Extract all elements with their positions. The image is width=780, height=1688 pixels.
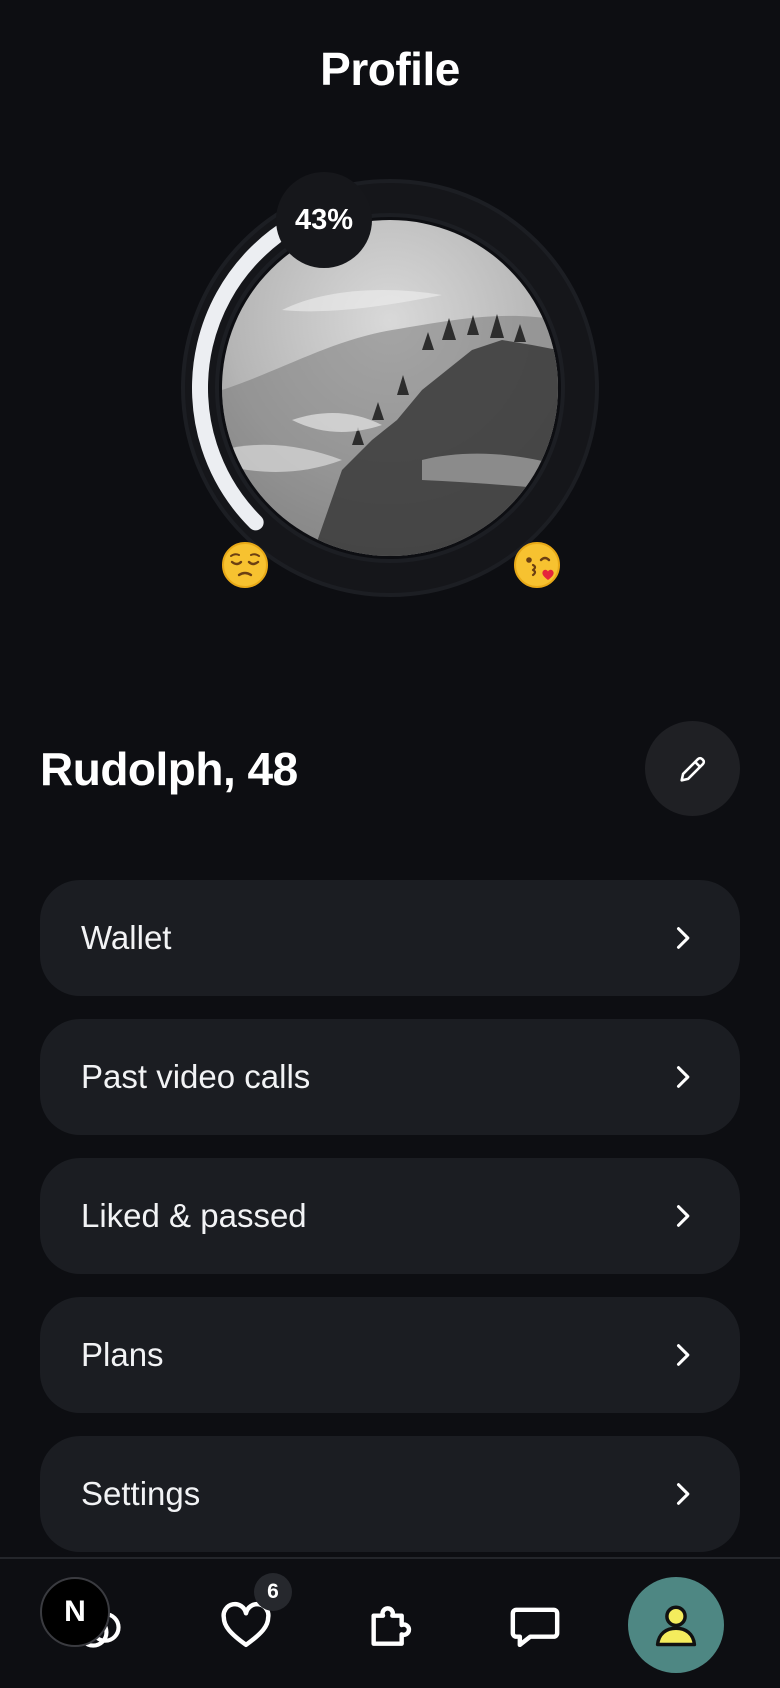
puzzle-icon [371,1605,412,1646]
chevron-right-icon [668,1480,696,1508]
avatar-image [222,220,558,556]
chat-icon [510,1607,560,1647]
menu-item-wallet[interactable]: Wallet [40,880,740,996]
page-title: Profile [320,43,460,95]
menu-item-liked-passed[interactable]: Liked & passed [40,1158,740,1274]
tab-chat[interactable] [475,1559,595,1688]
menu-item-past-video-calls[interactable]: Past video calls [40,1019,740,1135]
likes-count-badge: 6 [254,1573,292,1611]
menu-item-label: Liked & passed [81,1197,307,1234]
profile-screen: Profile 43% Rudolph, 48 Wallet Past vide… [0,0,780,1688]
bottom-tab-bar: 6 [0,1557,780,1688]
tab-likes[interactable]: 6 [186,1559,306,1688]
edit-profile-button[interactable] [645,721,740,816]
active-tab-indicator [628,1576,724,1673]
chevron-right-icon [668,1063,696,1091]
chevron-right-icon [668,1341,696,1369]
profile-name-age: Rudolph, 48 [40,743,298,795]
tab-profile[interactable] [616,1559,736,1688]
menu-item-label: Settings [81,1475,201,1512]
face-blowing-kiss-icon [512,540,562,590]
menu-item-label: Wallet [81,919,172,956]
pencil-icon [679,756,705,782]
chevron-right-icon [668,1202,696,1230]
chevron-right-icon [668,924,696,952]
overlay-n-badge[interactable]: N [40,1577,110,1647]
menu-item-label: Past video calls [81,1058,311,1095]
avatar[interactable] [222,220,558,556]
menu-item-settings[interactable]: Settings [40,1436,740,1552]
menu-item-plans[interactable]: Plans [40,1297,740,1413]
profile-completion-ring: 43% [172,170,608,606]
pensive-face-icon [220,540,270,590]
tab-games[interactable] [330,1559,450,1688]
profile-icon [655,1605,697,1646]
completion-percent: 43% [276,172,372,268]
menu-item-label: Plans [81,1336,164,1373]
